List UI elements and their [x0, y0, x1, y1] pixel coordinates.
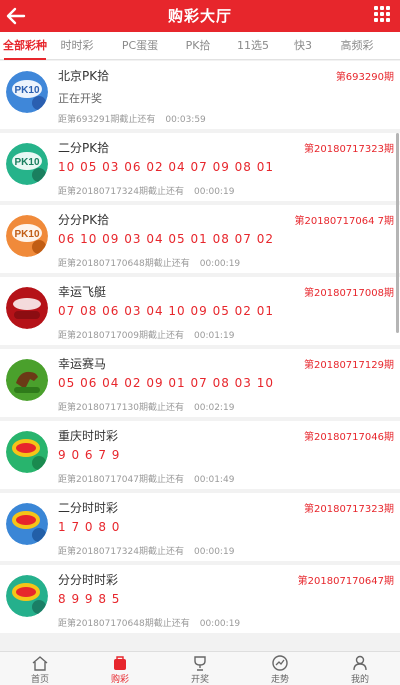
issue-number: 第201807170647期	[297, 576, 394, 587]
lottery-name: 分分时时彩	[58, 573, 119, 587]
lottery-logo-icon: PK10	[6, 143, 48, 185]
nav-label: 我的	[350, 675, 369, 685]
nav-label: 首页	[30, 675, 49, 685]
issue-number: 第20180717323期	[304, 144, 394, 155]
trophy-icon	[194, 656, 206, 671]
draw-result: 10 05 03 06 02 04 07 09 08 01	[58, 160, 275, 174]
nav-mine[interactable]: 我的	[320, 652, 400, 685]
bottom-nav: 首页 购彩 开奖 走势 我的	[0, 651, 400, 685]
draw-result: 06 10 09 03 04 05 01 08 07 02	[58, 232, 275, 246]
list-item[interactable]: 重庆时时彩 第20180717046期 9 0 6 7 9 距第20180717…	[0, 421, 400, 489]
lottery-logo-icon	[6, 431, 48, 473]
countdown: 00:01:49	[194, 475, 235, 485]
lottery-name: 幸运飞艇	[58, 285, 107, 299]
deadline-text: 距第20180717324期截止还有 00:00:19	[58, 187, 235, 197]
lottery-name: 幸运赛马	[58, 357, 107, 371]
page-title: 购彩大厅	[167, 7, 232, 25]
issue-number: 第20180717064 7期	[294, 216, 394, 227]
draw-result: 9 0 6 7 9	[58, 448, 121, 462]
draw-status: 正在开奖	[58, 92, 102, 105]
grid-menu-icon[interactable]	[374, 6, 392, 24]
list-item[interactable]: PK10 北京PK拾 第693290期 正在开奖 距第693291期截止还有 00…	[0, 61, 400, 129]
lottery-name: 二分PK拾	[58, 141, 110, 155]
svg-text:PK10: PK10	[14, 157, 39, 168]
trend-icon	[272, 655, 288, 671]
lottery-logo-icon	[6, 287, 48, 329]
countdown: 00:00:19	[199, 619, 241, 629]
draw-result: 05 06 04 02 09 01 07 08 03 10	[58, 376, 275, 390]
issue-number: 第20180717008期	[304, 288, 394, 299]
deadline-text: 距第201807170648期截止还有 00:00:19	[58, 619, 241, 629]
tab-11x5[interactable]: 11选5	[232, 32, 274, 60]
nav-buy[interactable]: 购彩	[80, 652, 160, 685]
lottery-logo-icon: PK10	[6, 215, 48, 257]
lottery-name: 二分时时彩	[58, 501, 119, 515]
deadline-text: 距第20180717130期截止还有 00:02:19	[58, 403, 235, 413]
lottery-logo-icon: PK10	[6, 71, 48, 113]
svg-text:PK10: PK10	[14, 85, 39, 96]
tab-high-frequency[interactable]: 高频彩	[334, 32, 380, 60]
lottery-name: 分分PK拾	[58, 213, 110, 227]
list-item[interactable]: 二分时时彩 第20180717323期 1 7 0 8 0 距第20180717…	[0, 493, 400, 561]
home-icon	[32, 656, 48, 671]
lottery-bag-icon	[114, 656, 126, 670]
nav-label: 开奖	[190, 675, 209, 685]
lottery-name: 北京PK拾	[58, 69, 110, 83]
countdown: 00:00:19	[194, 187, 235, 197]
draw-result: 07 08 06 03 04 10 09 05 02 01	[58, 304, 275, 318]
tab-k3[interactable]: 快3	[288, 32, 318, 60]
tab-pc-dandan[interactable]: PC蛋蛋	[114, 32, 166, 60]
countdown: 00:02:19	[194, 403, 235, 413]
deadline-text: 距第693291期截止还有 00:03:59	[58, 115, 206, 125]
countdown: 00:01:19	[194, 331, 235, 341]
deadline-text: 距第20180717047期截止还有 00:01:49	[58, 475, 235, 485]
list-item[interactable]: PK10 分分PK拾 第20180717064 7期 06 10 09 03 0…	[0, 205, 400, 273]
list-item[interactable]: 幸运飞艇 第20180717008期 07 08 06 03 04 10 09 …	[0, 277, 400, 345]
list-item[interactable]: PK10 二分PK拾 第20180717323期 10 05 03 06 02 …	[0, 133, 400, 201]
category-tabs: 全部彩种 时时彩 PC蛋蛋 PK拾 11选5 快3 高频彩	[0, 32, 400, 60]
top-bar: 购彩大厅	[0, 0, 400, 32]
countdown: 00:00:19	[199, 259, 241, 269]
nav-home[interactable]: 首页	[0, 652, 80, 685]
nav-draw[interactable]: 开奖	[160, 652, 240, 685]
lottery-name: 重庆时时彩	[58, 429, 119, 443]
issue-number: 第693290期	[335, 72, 394, 83]
tab-ssc[interactable]: 时时彩	[54, 32, 100, 60]
nav-label: 走势	[270, 675, 289, 685]
lottery-logo-icon	[6, 359, 48, 401]
lottery-list: PK10 北京PK拾 第693290期 正在开奖 距第693291期截止还有 00…	[0, 61, 400, 651]
svg-text:PK10: PK10	[14, 229, 39, 240]
nav-trend[interactable]: 走势	[240, 652, 320, 685]
draw-result: 8 9 9 8 5	[58, 592, 121, 606]
issue-number: 第20180717323期	[304, 504, 394, 515]
user-icon	[353, 655, 367, 671]
scrollbar[interactable]	[396, 133, 399, 333]
nav-label: 购彩	[110, 675, 129, 685]
list-item[interactable]: 分分时时彩 第201807170647期 8 9 9 8 5 距第2018071…	[0, 565, 400, 633]
deadline-text: 距第201807170648期截止还有 00:00:19	[58, 259, 241, 269]
list-item[interactable]: 幸运赛马 第20180717129期 05 06 04 02 09 01 07 …	[0, 349, 400, 417]
tab-all[interactable]: 全部彩种	[0, 32, 50, 60]
countdown: 00:00:19	[194, 547, 235, 557]
lottery-logo-icon	[6, 575, 48, 617]
draw-result: 1 7 0 8 0	[58, 520, 121, 534]
tab-pk10[interactable]: PK拾	[178, 32, 218, 60]
countdown: 00:03:59	[165, 115, 206, 125]
issue-number: 第20180717046期	[304, 432, 394, 443]
lottery-logo-icon	[6, 503, 48, 545]
issue-number: 第20180717129期	[304, 360, 394, 371]
deadline-text: 距第20180717324期截止还有 00:00:19	[58, 547, 235, 557]
deadline-text: 距第20180717009期截止还有 00:01:19	[58, 331, 235, 341]
